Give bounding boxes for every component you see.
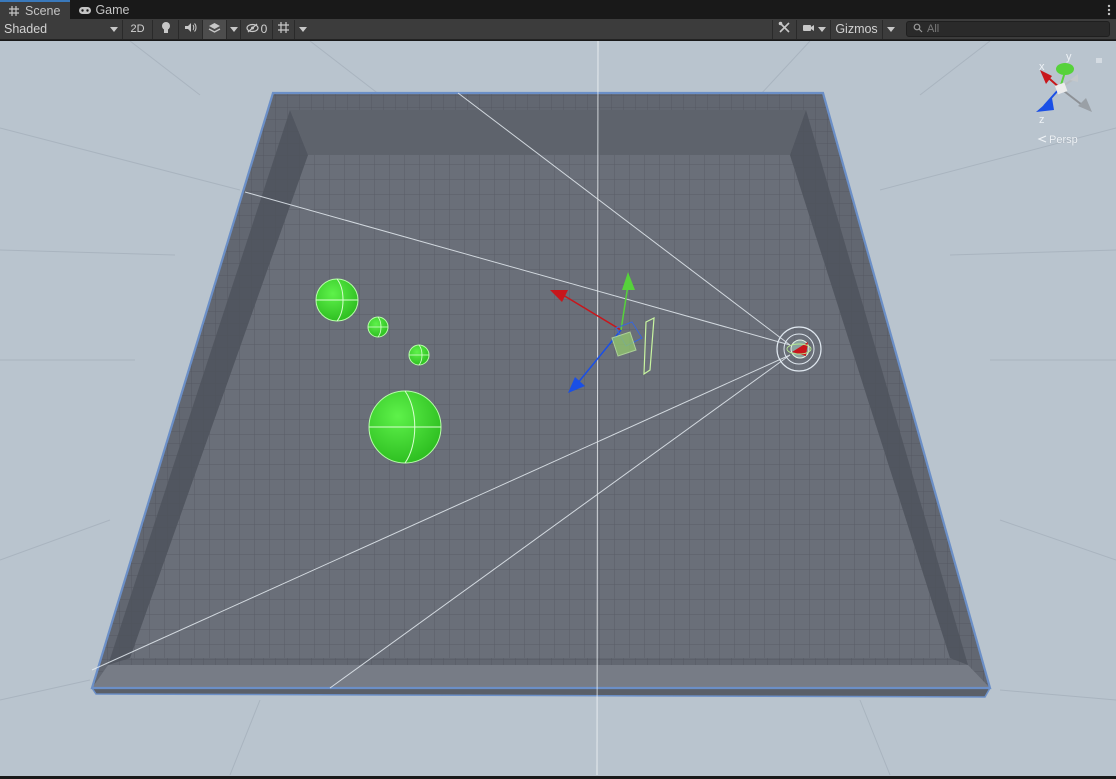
chevron-down-icon xyxy=(110,26,118,32)
gizmos-label: Gizmos xyxy=(835,22,878,36)
scene-search[interactable] xyxy=(906,21,1110,37)
effects-toggle-button[interactable] xyxy=(202,19,226,39)
gizmos-toggle-button[interactable]: Gizmos xyxy=(830,19,882,39)
scene-render xyxy=(0,41,1116,776)
window-tab-bar: Scene Game xyxy=(0,0,1116,19)
gamepad-icon xyxy=(78,4,92,16)
eye-slash-icon xyxy=(246,22,259,36)
chevron-down-icon xyxy=(298,26,307,32)
lightbulb-icon xyxy=(161,21,171,37)
sphere-small-1[interactable] xyxy=(367,316,389,338)
lock-icon[interactable] xyxy=(1096,58,1102,63)
grid-snap-icon xyxy=(277,21,290,37)
tray-object[interactable] xyxy=(90,91,992,698)
sphere-large-top[interactable] xyxy=(315,278,359,322)
tab-game[interactable]: Game xyxy=(70,0,139,19)
shading-mode-dropdown[interactable]: Shaded xyxy=(0,20,122,39)
shading-mode-value: Shaded xyxy=(4,22,48,36)
scene-toolbar: Shaded 2D 0 Gizmos All xyxy=(0,19,1116,40)
effects-dropdown[interactable] xyxy=(226,19,240,39)
audio-toggle-button[interactable] xyxy=(178,19,202,39)
tab-scene[interactable]: Scene xyxy=(0,0,71,19)
tools-icon xyxy=(778,21,791,37)
projection-label: Persp xyxy=(1049,134,1078,146)
hidden-count: 0 xyxy=(260,22,268,36)
axis-x-label: x xyxy=(1039,61,1045,73)
sphere-large-bottom[interactable] xyxy=(368,390,442,464)
speaker-icon xyxy=(184,22,197,36)
hidden-objects-toggle[interactable]: 0 xyxy=(240,19,272,39)
chevron-left-icon xyxy=(1037,134,1047,146)
camera-settings-dropdown[interactable] xyxy=(796,19,830,39)
chevron-down-icon xyxy=(817,26,826,32)
projection-toggle[interactable]: Persp xyxy=(1037,134,1078,146)
grid-hash-icon xyxy=(8,5,20,17)
tab-scene-label: Scene xyxy=(25,3,61,18)
search-icon xyxy=(913,22,923,36)
gizmos-dropdown[interactable] xyxy=(882,19,898,39)
axis-y-label: y xyxy=(1066,51,1072,63)
layers-icon xyxy=(208,22,221,37)
tools-button[interactable] xyxy=(772,19,796,39)
scene-viewport[interactable]: y x z Persp xyxy=(0,41,1116,776)
search-input[interactable] xyxy=(927,23,1097,35)
more-options-icon[interactable] xyxy=(1102,0,1116,19)
tab-game-label: Game xyxy=(95,2,130,17)
light-gizmo[interactable] xyxy=(776,326,822,372)
axis-z-label: z xyxy=(1039,114,1045,126)
grid-toggle-button[interactable] xyxy=(272,19,294,39)
toggle-2d-button[interactable]: 2D xyxy=(122,19,152,39)
chevron-down-icon xyxy=(229,26,238,32)
camera-icon xyxy=(802,22,815,36)
chevron-down-icon xyxy=(886,26,895,32)
toggle-2d-label: 2D xyxy=(130,23,145,35)
lighting-toggle-button[interactable] xyxy=(152,19,178,39)
sphere-small-2[interactable] xyxy=(408,344,430,366)
grid-dropdown[interactable] xyxy=(294,19,310,39)
